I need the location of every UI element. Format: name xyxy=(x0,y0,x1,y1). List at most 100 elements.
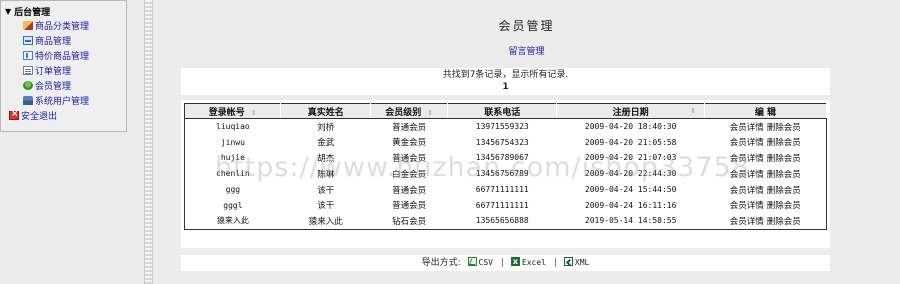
page-title: 会员管理 xyxy=(498,19,555,33)
cell-date: 2009-04-24 15:44:50 xyxy=(584,185,677,195)
separator: | xyxy=(500,258,504,268)
goods-icon xyxy=(23,36,33,45)
sidebar-item-goods[interactable]: 商品管理 xyxy=(5,33,126,48)
sidebar-item-label: 特价商品管理 xyxy=(35,52,90,62)
sidebar-item-system-users[interactable]: 系统用户管理 xyxy=(5,93,126,108)
sidebar-item-label: 系统用户管理 xyxy=(35,97,90,107)
xml-icon[interactable] xyxy=(563,257,573,266)
member-detail-link[interactable]: 会员详情 xyxy=(730,186,764,196)
cell-actions: 会员详情 删除会员 xyxy=(704,197,826,213)
sidebar-item-label: 会员管理 xyxy=(35,82,72,92)
column-header-date[interactable]: 注册日期 ⇕ xyxy=(556,103,705,119)
member-detail-link[interactable]: 会员详情 xyxy=(730,154,764,164)
member-detail-link[interactable]: 会员详情 xyxy=(730,201,764,211)
member-detail-link[interactable]: 会员详情 xyxy=(730,217,764,227)
cell-actions: 会员详情 删除会员 xyxy=(704,134,826,150)
record-summary: 共找到7条记录，显示所有记录. 1 xyxy=(181,68,830,95)
export-csv-link[interactable]: CSV xyxy=(479,258,493,267)
sidebar-root-label: 后台管理 xyxy=(14,8,51,18)
cell-date: 2009-04-20 21:05:58 xyxy=(584,137,677,147)
cell-name: 该干 xyxy=(317,201,335,212)
frame-splitter[interactable] xyxy=(144,0,153,284)
table-row: gggl 该干 普通会员 66771111111 2009-04-24 16:11:16… xyxy=(185,197,827,213)
column-header-account[interactable]: 登录帐号 ⇕ xyxy=(184,103,282,119)
delete-member-link[interactable]: 删除会员 xyxy=(767,201,801,211)
cell-phone: 13456756789 xyxy=(475,169,529,179)
cell-phone: 13565656888 xyxy=(475,216,529,226)
member-detail-link[interactable]: 会员详情 xyxy=(730,138,764,148)
cell-actions: 会员详情 删除会员 xyxy=(704,166,826,182)
cell-phone: 13456789067 xyxy=(475,153,529,163)
cell-level: 钻石会员 xyxy=(392,216,427,227)
cell-name: 刘桥 xyxy=(317,122,335,133)
cell-actions: 会员详情 删除会员 xyxy=(704,150,826,166)
csv-icon[interactable] xyxy=(467,257,477,266)
cell-name: 猿来入此 xyxy=(308,216,343,227)
cell-phone: 13971559323 xyxy=(475,122,529,132)
sidebar-menu: ▼ 后台管理 商品分类管理 商品管理 特价商品管理 订单管理 会员管理 系统用户… xyxy=(0,0,127,132)
cell-phone: 13456754323 xyxy=(475,137,529,147)
cell-name: 陈琳 xyxy=(317,169,335,180)
export-excel-link[interactable]: Excel xyxy=(522,258,546,267)
table-row: jinwu 金武 黄金会员 13456754323 2009-04-20 21:05:5… xyxy=(185,134,827,150)
delete-member-link[interactable]: 删除会员 xyxy=(767,170,801,180)
sidebar-item-category[interactable]: 商品分类管理 xyxy=(5,18,126,33)
sidebar-root[interactable]: ▼ 后台管理 xyxy=(5,5,126,18)
sidebar-item-label: 商品管理 xyxy=(35,37,72,47)
cell-phone: 66771111111 xyxy=(475,200,529,210)
column-header-name[interactable]: 真实姓名 xyxy=(280,103,372,119)
message-management-link[interactable]: 留言管理 xyxy=(153,44,900,57)
export-xml-link[interactable]: XML xyxy=(575,258,589,267)
cell-actions: 会员详情 删除会员 xyxy=(704,182,826,198)
column-header-phone[interactable]: 联系电话 xyxy=(447,103,558,119)
export-label: 导出方式: xyxy=(421,258,461,268)
cell-level: 普通会员 xyxy=(392,185,427,196)
table-row: hujie 胡杰 普通会员 13456789067 2009-04-20 21:07:0… xyxy=(185,150,827,166)
table-row: chenlin 陈琳 白金会员 13456756789 2009-04-20 22:44… xyxy=(185,166,827,182)
member-detail-link[interactable]: 会员详情 xyxy=(730,123,764,133)
cell-level: 普通会员 xyxy=(392,201,427,212)
cell-date: 2009-04-20 21:07:03 xyxy=(584,153,677,163)
cell-date: 2009-04-20 22:44:30 xyxy=(584,169,677,179)
delete-member-link[interactable]: 删除会员 xyxy=(767,154,801,164)
sort-icon[interactable]: ⇕ xyxy=(690,107,696,115)
cell-account: gggl xyxy=(223,200,243,210)
cell-level: 白金会员 xyxy=(392,169,427,180)
member-detail-link[interactable]: 会员详情 xyxy=(730,170,764,180)
cell-account: 猿来入此 xyxy=(216,216,249,226)
export-bar: 导出方式: CSV | Excel | XML xyxy=(181,254,830,271)
cell-level: 普通会员 xyxy=(392,122,427,133)
delete-member-link[interactable]: 删除会员 xyxy=(767,186,801,196)
system-user-icon xyxy=(23,96,33,105)
sort-icon[interactable]: ⇕ xyxy=(427,109,433,117)
table-row: 猿来入此 猿来入此 钻石会员 13565656888 2019-05-14 14:58:… xyxy=(185,213,827,229)
delete-member-link[interactable]: 删除会员 xyxy=(767,217,801,227)
cell-account: jinwu xyxy=(220,137,245,147)
cell-name: 该干 xyxy=(317,185,335,196)
cell-name: 金武 xyxy=(317,138,335,149)
delete-member-link[interactable]: 删除会员 xyxy=(767,123,801,133)
summary-text: 共找到7条记录，显示所有记录. xyxy=(442,70,569,80)
cell-phone: 66771111111 xyxy=(475,185,529,195)
sidebar-item-promotion[interactable]: 特价商品管理 xyxy=(5,48,126,63)
sort-icon[interactable]: ⇕ xyxy=(251,109,257,117)
pencil-icon xyxy=(23,21,33,30)
sidebar-item-members[interactable]: 会员管理 xyxy=(5,78,126,93)
cell-account: liuqiao xyxy=(216,122,250,132)
page-number[interactable]: 1 xyxy=(181,81,830,93)
delete-member-link[interactable]: 删除会员 xyxy=(767,138,801,148)
excel-icon[interactable] xyxy=(510,254,520,270)
sidebar-item-label: 订单管理 xyxy=(35,67,72,77)
cell-account: hujie xyxy=(220,153,245,163)
column-header-level[interactable]: 会员级别 ⇕ xyxy=(370,103,449,119)
sidebar-item-logout[interactable]: 安全退出 xyxy=(5,108,126,123)
member-table: 登录帐号 ⇕ 真实姓名 会员级别 ⇕ 联系电话 注册日期 ⇕ 编 辑 liuqiao 刘… xyxy=(184,103,828,230)
column-header-edit: 编 辑 xyxy=(704,103,828,119)
table-header-row: 登录帐号 ⇕ 真实姓名 会员级别 ⇕ 联系电话 注册日期 ⇕ 编 辑 xyxy=(184,103,828,119)
order-icon xyxy=(23,66,33,75)
caret-down-icon[interactable]: ▼ xyxy=(5,7,11,16)
cell-account: chenlin xyxy=(216,169,250,179)
cell-date: 2009-04-24 16:11:16 xyxy=(584,200,677,210)
sidebar-item-orders[interactable]: 订单管理 xyxy=(5,63,126,78)
cell-level: 黄金会员 xyxy=(392,138,427,149)
